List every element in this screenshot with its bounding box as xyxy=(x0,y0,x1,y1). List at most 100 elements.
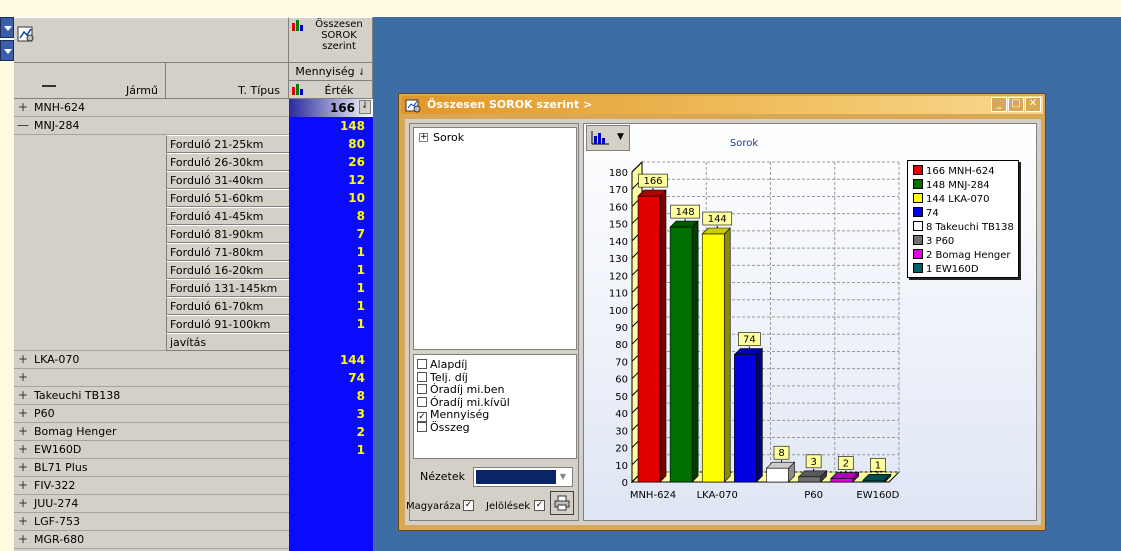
checkbox-box[interactable] xyxy=(417,384,427,394)
expand-icon[interactable]: + xyxy=(17,371,29,383)
pivot-row[interactable]: + FIV-322 xyxy=(14,477,289,495)
expand-icon[interactable]: + xyxy=(17,515,29,527)
subrow-value: 7 xyxy=(356,227,365,241)
legend-label: 74 xyxy=(926,208,939,219)
checkbox-box[interactable] xyxy=(417,421,427,432)
subrow-label[interactable]: Forduló 26-30km xyxy=(166,153,289,171)
print-button[interactable] xyxy=(550,491,574,515)
subrow-label[interactable]: Forduló 21-25km xyxy=(166,135,289,153)
expand-icon[interactable]: + xyxy=(17,497,29,509)
bar-side xyxy=(723,227,731,483)
legend-swatch xyxy=(913,221,923,231)
chevron-down-icon[interactable]: ▼ xyxy=(556,470,570,484)
subrow-label[interactable]: Forduló 71-80km xyxy=(166,243,289,261)
pivot-row[interactable]: + MGR-680 xyxy=(14,531,289,549)
legend-label: 1 EW160D xyxy=(926,264,979,275)
group-filler xyxy=(14,135,166,351)
minimize-icon[interactable]: _ xyxy=(991,97,1007,112)
dropdown-button-1[interactable] xyxy=(0,17,14,38)
subrow-label[interactable]: Forduló 16-20km xyxy=(166,261,289,279)
bar xyxy=(766,467,789,483)
subrow-label[interactable]: Forduló 61-70km xyxy=(166,297,289,315)
explain-checkbox[interactable]: ✓ xyxy=(463,500,474,511)
legend-item: 1 EW160D xyxy=(913,263,979,276)
legend-swatch xyxy=(913,165,923,175)
row-label: P60 xyxy=(34,407,55,420)
expand-icon[interactable]: + xyxy=(419,133,428,142)
measure-checkbox[interactable]: Óradíj mi.kívül xyxy=(417,396,510,409)
subrow-value xyxy=(289,333,373,351)
tree-panel[interactable]: + Sorok xyxy=(413,127,577,350)
pivot-row[interactable]: + MNH-624 xyxy=(14,99,289,117)
row-value: 166 ⇃ xyxy=(289,99,373,117)
row-value xyxy=(289,531,373,549)
measure-checkbox[interactable]: Alapdíj xyxy=(417,359,467,371)
marks-checkbox[interactable]: ✓ xyxy=(534,500,545,511)
expand-icon[interactable]: + xyxy=(17,407,29,419)
expand-icon[interactable]: + xyxy=(17,389,29,401)
checkbox-box[interactable] xyxy=(417,371,427,382)
bar xyxy=(637,195,661,483)
collapse-icon[interactable] xyxy=(42,85,56,87)
pivot-row[interactable]: + Takeuchi TB138 xyxy=(14,387,289,405)
measure-checkbox[interactable]: Összeg xyxy=(417,421,470,434)
subrow-value: 1 xyxy=(356,263,365,277)
row-label: Bomag Henger xyxy=(34,425,117,438)
chart-settings-icon[interactable] xyxy=(16,24,36,44)
sort-icon[interactable]: ⇃ xyxy=(359,100,371,114)
checkbox-box[interactable] xyxy=(417,396,427,407)
chart-window[interactable]: Összesen SOROK szerint > _ □ ✕ + Sorok A… xyxy=(398,93,1046,531)
subrow-label[interactable]: Forduló 91-100km xyxy=(166,315,289,333)
subrow-label[interactable]: Forduló 31-40km xyxy=(166,171,289,189)
pivot-row[interactable]: + BL71 Plus xyxy=(14,459,289,477)
tree-root-label[interactable]: Sorok xyxy=(433,131,464,144)
expand-icon[interactable]: + xyxy=(17,425,29,437)
legend-item: 3 P60 xyxy=(913,235,954,248)
measure-checkbox[interactable]: ✓ Mennyiség xyxy=(417,409,489,422)
chart-area[interactable]: ▼ 0 10 20 30 40 50 60 70 80 90 100 110 120 130 140 150 1… xyxy=(583,123,1037,521)
subrow-label[interactable]: Forduló 81-90km xyxy=(166,225,289,243)
subrow-label[interactable]: javítás xyxy=(166,333,289,351)
checkbox-box[interactable] xyxy=(417,359,427,369)
y-tick-label: 170 xyxy=(609,185,628,196)
views-select[interactable]: ▼ xyxy=(473,467,573,487)
measure-label[interactable]: Mennyiség ⇃ xyxy=(289,63,373,81)
subrow-label[interactable]: Forduló 51-60km xyxy=(166,189,289,207)
measure-checkbox[interactable]: Telj. díj xyxy=(417,371,468,384)
window-titlebar[interactable]: Összesen SOROK szerint > _ □ ✕ xyxy=(401,96,1043,114)
expand-icon[interactable]: + xyxy=(17,533,29,545)
x-tick-label: EW160D xyxy=(856,490,899,501)
legend-swatch xyxy=(913,249,923,259)
maximize-icon[interactable]: □ xyxy=(1008,97,1024,112)
pivot-row[interactable]: + xyxy=(14,369,289,387)
subrow-value: 80 xyxy=(348,137,365,151)
row-label: FIV-322 xyxy=(34,479,76,492)
subrow-label[interactable]: Forduló 131-145km xyxy=(166,279,289,297)
expand-icon[interactable]: + xyxy=(17,479,29,491)
row-label: JUU-274 xyxy=(34,497,79,510)
pivot-row[interactable]: + EW160D xyxy=(14,441,289,459)
y-tick-label: 120 xyxy=(609,271,628,282)
expand-icon[interactable]: + xyxy=(17,461,29,473)
measure-checkbox[interactable]: Óradíj mi.ben xyxy=(417,384,505,396)
data-label: 148 xyxy=(676,207,695,218)
pivot-row[interactable]: — MNJ-284 xyxy=(14,117,289,135)
collapse-icon[interactable]: — xyxy=(17,119,29,131)
expand-icon[interactable]: + xyxy=(17,443,29,455)
checkbox-box[interactable]: ✓ xyxy=(417,412,427,422)
subrow-value: 8 xyxy=(356,209,365,223)
pivot-row[interactable]: + JUU-274 xyxy=(14,495,289,513)
sort-icon[interactable]: ⇃ xyxy=(358,68,366,78)
dropdown-button-2[interactable] xyxy=(0,40,14,61)
row-label: LKA-070 xyxy=(34,353,80,366)
pivot-row[interactable]: + LKA-070 xyxy=(14,351,289,369)
subrow-label[interactable]: Forduló 41-45km xyxy=(166,207,289,225)
x-tick-label: P60 xyxy=(804,490,823,501)
expand-icon[interactable]: + xyxy=(17,101,29,113)
pivot-row[interactable]: + Bomag Henger xyxy=(14,423,289,441)
pivot-row[interactable]: + LGF-753 xyxy=(14,513,289,531)
subrow-value: 10 xyxy=(348,191,365,205)
close-icon[interactable]: ✕ xyxy=(1025,97,1041,112)
expand-icon[interactable]: + xyxy=(17,353,29,365)
pivot-row[interactable]: + P60 xyxy=(14,405,289,423)
